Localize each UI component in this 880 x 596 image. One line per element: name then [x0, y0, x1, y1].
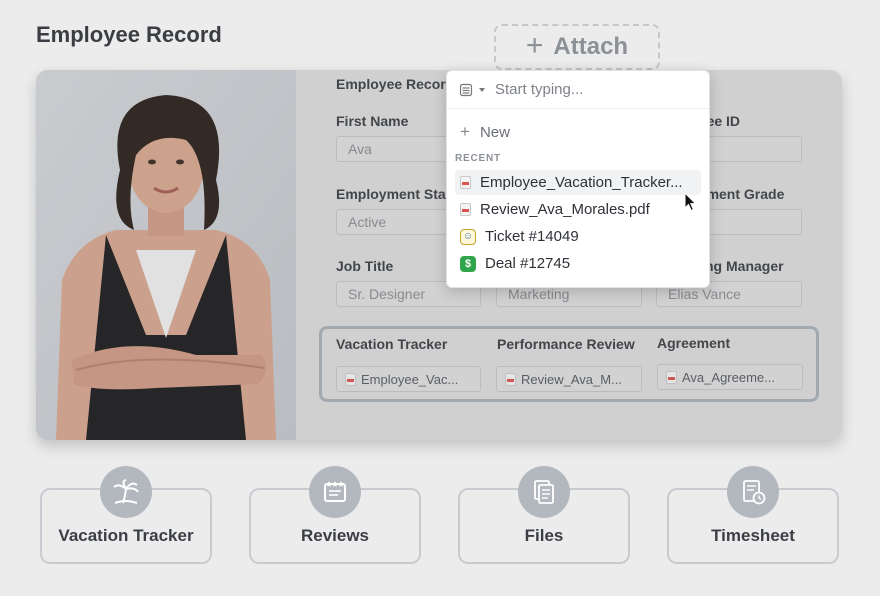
first-name-label: First Name [336, 113, 409, 129]
performance-review-file-chip[interactable]: Review_Ava_M... [496, 366, 642, 392]
tile-label: Vacation Tracker [58, 526, 194, 545]
pdf-icon [666, 370, 677, 384]
attach-dropdown: + New RECENT Employee_Vacation_Tracker..… [446, 70, 710, 288]
performance-review-file-name: Review_Ava_M... [521, 371, 622, 387]
pdf-icon [345, 372, 356, 386]
employee-record-card: Employee Record First Name Ava Employee … [36, 70, 842, 440]
tile-label: Reviews [300, 526, 370, 545]
dropdown-search [447, 71, 709, 109]
agreement-label: Agreement [657, 335, 731, 351]
recent-item-label: Review_Ava_Morales.pdf [480, 201, 650, 218]
vacation-tracker-label: Vacation Tracker [336, 336, 448, 352]
files-icon [518, 466, 570, 518]
recent-item-review[interactable]: Review_Ava_Morales.pdf [455, 197, 701, 222]
recent-item-deal[interactable]: $ Deal #12745 [455, 251, 701, 276]
chevron-down-icon[interactable] [479, 87, 485, 92]
deal-icon: $ [460, 255, 476, 272]
recent-item-label: Employee_Vacation_Tracker... [480, 174, 683, 191]
attachments-group: Vacation Tracker Employee_Vac... Perform… [319, 326, 819, 402]
vacation-tracker-file-chip[interactable]: Employee_Vac... [336, 366, 481, 392]
record-type-icon[interactable] [459, 83, 473, 97]
recent-item-label: Deal #12745 [485, 255, 571, 272]
employee-photo [36, 70, 296, 440]
portrait-illustration [36, 70, 296, 440]
pdf-icon [460, 203, 471, 216]
recent-item-label: Ticket #14049 [485, 228, 579, 245]
timesheet-icon [727, 466, 779, 518]
attach-button[interactable]: + Attach [494, 24, 660, 70]
palm-tree-icon [100, 466, 152, 518]
agreement-file-name: Ava_Agreeme... [682, 369, 775, 385]
performance-review-label: Performance Review [497, 336, 635, 352]
dropdown-search-input[interactable] [495, 81, 685, 98]
new-record-button[interactable]: + New [447, 117, 709, 147]
review-icon [309, 466, 361, 518]
page-title: Employee Record [36, 22, 222, 47]
plus-icon: + [460, 122, 470, 141]
attach-button-label: Attach [553, 33, 629, 60]
ticket-icon: ☺ [460, 228, 476, 245]
new-record-label: New [479, 123, 510, 141]
mouse-cursor-icon [684, 192, 697, 212]
recent-item-vacation-tracker[interactable]: Employee_Vacation_Tracker... [455, 170, 701, 195]
recent-item-ticket[interactable]: ☺ Ticket #14049 [455, 224, 701, 249]
tile-label: Files [524, 526, 564, 545]
pdf-icon [505, 372, 516, 386]
form-section-label: Employee Record [336, 76, 455, 92]
job-title-label: Job Title [336, 258, 394, 274]
plus-icon: + [525, 29, 544, 62]
tile-label: Timesheet [711, 526, 795, 545]
pdf-icon [460, 176, 471, 189]
vacation-tracker-file-name: Employee_Vac... [361, 371, 459, 387]
recent-section-label: RECENT [455, 153, 501, 164]
agreement-file-chip[interactable]: Ava_Agreeme... [657, 364, 803, 390]
